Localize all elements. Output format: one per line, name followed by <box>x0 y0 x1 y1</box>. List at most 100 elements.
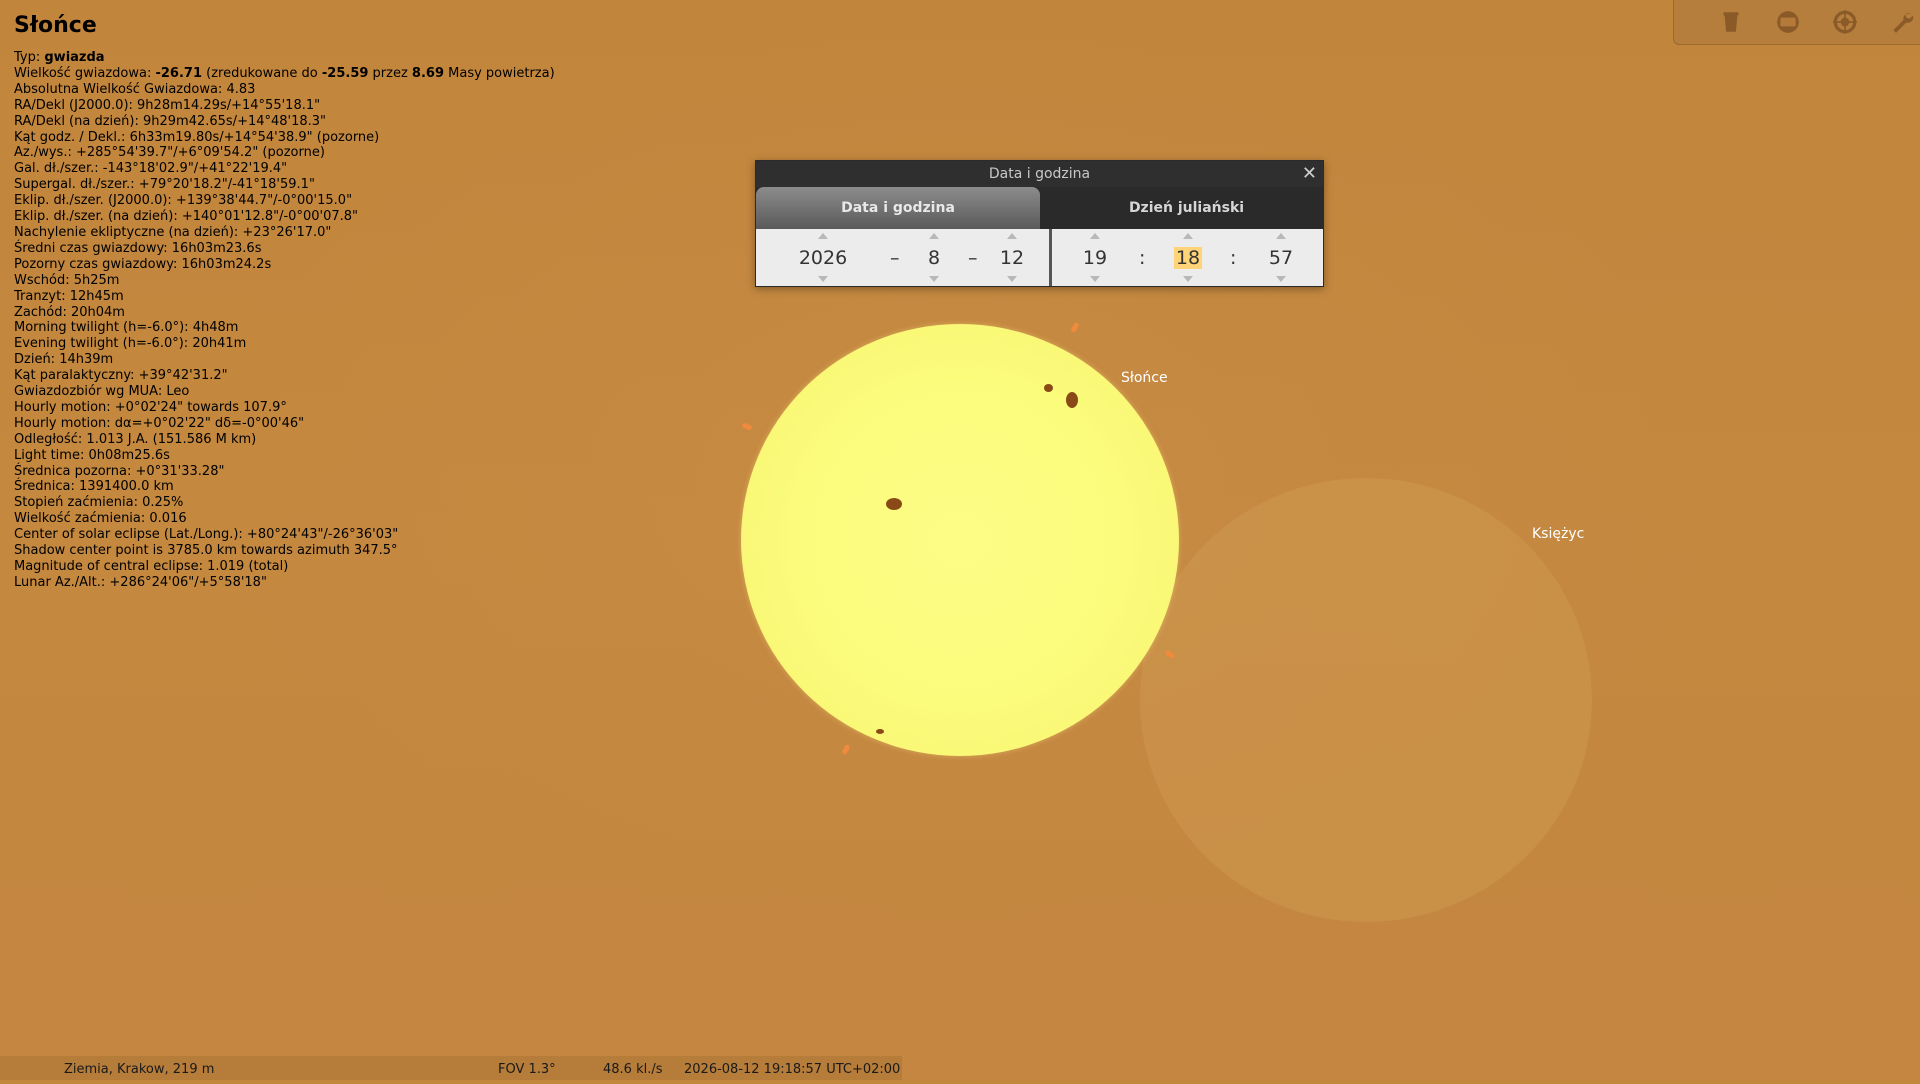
info-label: Typ: <box>14 50 45 65</box>
hour-decrement[interactable] <box>1090 276 1100 282</box>
info-line: Magnitude of central eclipse: 1.019 (tot… <box>14 559 614 575</box>
info-text: Kąt paralaktyczny: +39°42'31.2" <box>14 368 228 384</box>
info-text: Evening twilight (h=-6.0°): 20h41m <box>14 336 247 352</box>
day-spinner[interactable]: 12 <box>977 229 1047 286</box>
info-text: Wielkość zaćmienia: 0.016 <box>14 511 187 527</box>
info-line: Wielkość gwiazdowa: -26.71 (zredukowane … <box>14 66 614 82</box>
dialog-titlebar[interactable]: Data i godzina ✕ <box>756 161 1323 187</box>
info-line: Az./wys.: +285°54'39.7"/+6°09'54.2" (poz… <box>14 145 614 161</box>
tab-date-time[interactable]: Data i godzina <box>756 187 1040 229</box>
close-icon[interactable]: ✕ <box>1302 163 1317 185</box>
dialog-tabs: Data i godzina Dzień juliański <box>756 187 1323 229</box>
year-value[interactable]: 2026 <box>788 247 858 269</box>
year-decrement[interactable] <box>818 276 828 282</box>
info-line: Light time: 0h08m25.6s <box>14 448 614 464</box>
sun-disk[interactable] <box>741 324 1179 756</box>
month-spinner[interactable]: 8 <box>899 229 969 286</box>
info-text: Średni czas gwiazdowy: 16h03m23.6s <box>14 240 262 256</box>
day-increment[interactable] <box>1007 233 1017 239</box>
time-separator: : <box>1230 247 1237 269</box>
object-title: Słońce <box>14 13 97 38</box>
dialog-divider <box>1049 229 1052 286</box>
info-line: Średni czas gwiazdowy: 16h03m23.6s <box>14 241 614 257</box>
info-line: Eklip. dł./szer. (na dzień): +140°01'12.… <box>14 209 614 225</box>
second-spinner[interactable]: 57 <box>1246 229 1316 286</box>
info-line: Evening twilight (h=-6.0°): 20h41m <box>14 336 614 352</box>
wrench-icon[interactable] <box>1886 6 1918 38</box>
second-increment[interactable] <box>1276 233 1286 239</box>
sunspot <box>1066 392 1078 408</box>
info-line: Gal. dł./szer.: -143°18'02.9"/+41°22'19.… <box>14 161 614 177</box>
info-line: Eklip. dł./szer. (J2000.0): +139°38'44.7… <box>14 193 614 209</box>
info-text: RA/Dekl (J2000.0): 9h28m14.29s/+14°55'18… <box>14 97 321 113</box>
info-text: Nachylenie ekliptyczne (na dzień): +23°2… <box>14 224 332 240</box>
second-value[interactable]: 57 <box>1246 247 1316 269</box>
info-text: Odległość: 1.013 J.A. (151.586 M km) <box>14 431 257 447</box>
info-line: Nachylenie ekliptyczne (na dzień): +23°2… <box>14 225 614 241</box>
time-separator: : <box>1139 247 1146 269</box>
info-line: Supergal. dł./szer.: +79°20'18.2"/-41°18… <box>14 177 614 193</box>
day-value[interactable]: 12 <box>977 247 1047 269</box>
info-line: Tranzyt: 12h45m <box>14 289 614 305</box>
info-line: Dzień: 14h39m <box>14 352 614 368</box>
sunspot <box>876 729 884 734</box>
minute-spinner[interactable]: 18 <box>1153 229 1223 286</box>
info-value3: 8.69 <box>411 65 444 81</box>
hour-value[interactable]: 19 <box>1060 247 1130 269</box>
target-icon[interactable] <box>1829 6 1861 38</box>
info-value: -26.71 <box>155 65 202 81</box>
year-spinner[interactable]: 2026 <box>788 229 858 286</box>
info-text: Zachód: 20h04m <box>14 304 125 320</box>
info-text: Stopień zaćmienia: 0.25% <box>14 495 184 511</box>
minute-value-text: 18 <box>1173 247 1203 269</box>
info-line: Kąt paralaktyczny: +39°42'31.2" <box>14 368 614 384</box>
info-text: RA/Dekl (na dzień): 9h29m42.65s/+14°48'1… <box>14 113 327 129</box>
hour-increment[interactable] <box>1090 233 1100 239</box>
info-rest3: Masy powietrza) <box>444 65 555 81</box>
month-decrement[interactable] <box>929 276 939 282</box>
info-line: Kąt godz. / Dekl.: 6h33m19.80s/+14°54'38… <box>14 130 614 146</box>
info-line: Stopień zaćmienia: 0.25% <box>14 495 614 511</box>
moon-label: Księżyc <box>1532 526 1585 542</box>
trash-icon[interactable] <box>1715 6 1747 38</box>
window-icon[interactable] <box>1772 6 1804 38</box>
info-line: Pozorny czas gwiazdowy: 16h03m24.2s <box>14 257 614 273</box>
info-line: Absolutna Wielkość Gwiazdowa: 4.83 <box>14 82 614 98</box>
month-value[interactable]: 8 <box>899 247 969 269</box>
minute-increment[interactable] <box>1183 233 1193 239</box>
moon-disk[interactable] <box>1140 478 1592 922</box>
info-line: Wielkość zaćmienia: 0.016 <box>14 511 614 527</box>
info-line: Średnica pozorna: +0°31'33.28" <box>14 464 614 480</box>
sun-label: Słońce <box>1121 370 1168 386</box>
minute-decrement[interactable] <box>1183 276 1193 282</box>
info-text: Hourly motion: dα=+0°02'22" dδ=-0°00'46" <box>14 415 305 431</box>
info-text: Magnitude of central eclipse: 1.019 (tot… <box>14 559 289 574</box>
info-text: Absolutna Wielkość Gwiazdowa: 4.83 <box>14 81 256 97</box>
year-increment[interactable] <box>818 233 828 239</box>
minute-value[interactable]: 18 <box>1153 247 1223 269</box>
month-increment[interactable] <box>929 233 939 239</box>
info-text: Gal. dł./szer.: -143°18'02.9"/+41°22'19.… <box>14 161 288 177</box>
top-right-toolbar <box>1673 0 1920 45</box>
info-text: Shadow center point is 3785.0 km towards… <box>14 543 398 559</box>
info-text: Kąt godz. / Dekl.: 6h33m19.80s/+14°54'38… <box>14 129 380 145</box>
info-value2: -25.59 <box>321 65 369 81</box>
info-label: Wielkość gwiazdowa: <box>14 65 156 81</box>
info-line: RA/Dekl (J2000.0): 9h28m14.29s/+14°55'18… <box>14 98 614 114</box>
info-text: Dzień: 14h39m <box>14 352 114 368</box>
info-text: Supergal. dł./szer.: +79°20'18.2"/-41°18… <box>14 177 315 193</box>
hour-spinner[interactable]: 19 <box>1060 229 1130 286</box>
info-text: Center of solar eclipse (Lat./Long.): +8… <box>14 527 399 543</box>
info-text: Hourly motion: +0°02'24" towards 107.9° <box>14 399 287 415</box>
day-decrement[interactable] <box>1007 276 1017 282</box>
date-time-dialog: Data i godzina ✕ Data i godzina Dzień ju… <box>755 160 1324 287</box>
sunspot <box>1044 384 1053 392</box>
info-text: Eklip. dł./szer. (J2000.0): +139°38'44.7… <box>14 193 353 209</box>
info-line: RA/Dekl (na dzień): 9h29m42.65s/+14°48'1… <box>14 114 614 130</box>
info-text: Wschód: 5h25m <box>14 272 120 288</box>
tab-julian-day[interactable]: Dzień juliański <box>1050 187 1323 229</box>
info-line: Typ: gwiazda <box>14 50 614 66</box>
info-text: Light time: 0h08m25.6s <box>14 447 170 463</box>
second-decrement[interactable] <box>1276 276 1286 282</box>
info-line: Center of solar eclipse (Lat./Long.): +8… <box>14 527 614 543</box>
